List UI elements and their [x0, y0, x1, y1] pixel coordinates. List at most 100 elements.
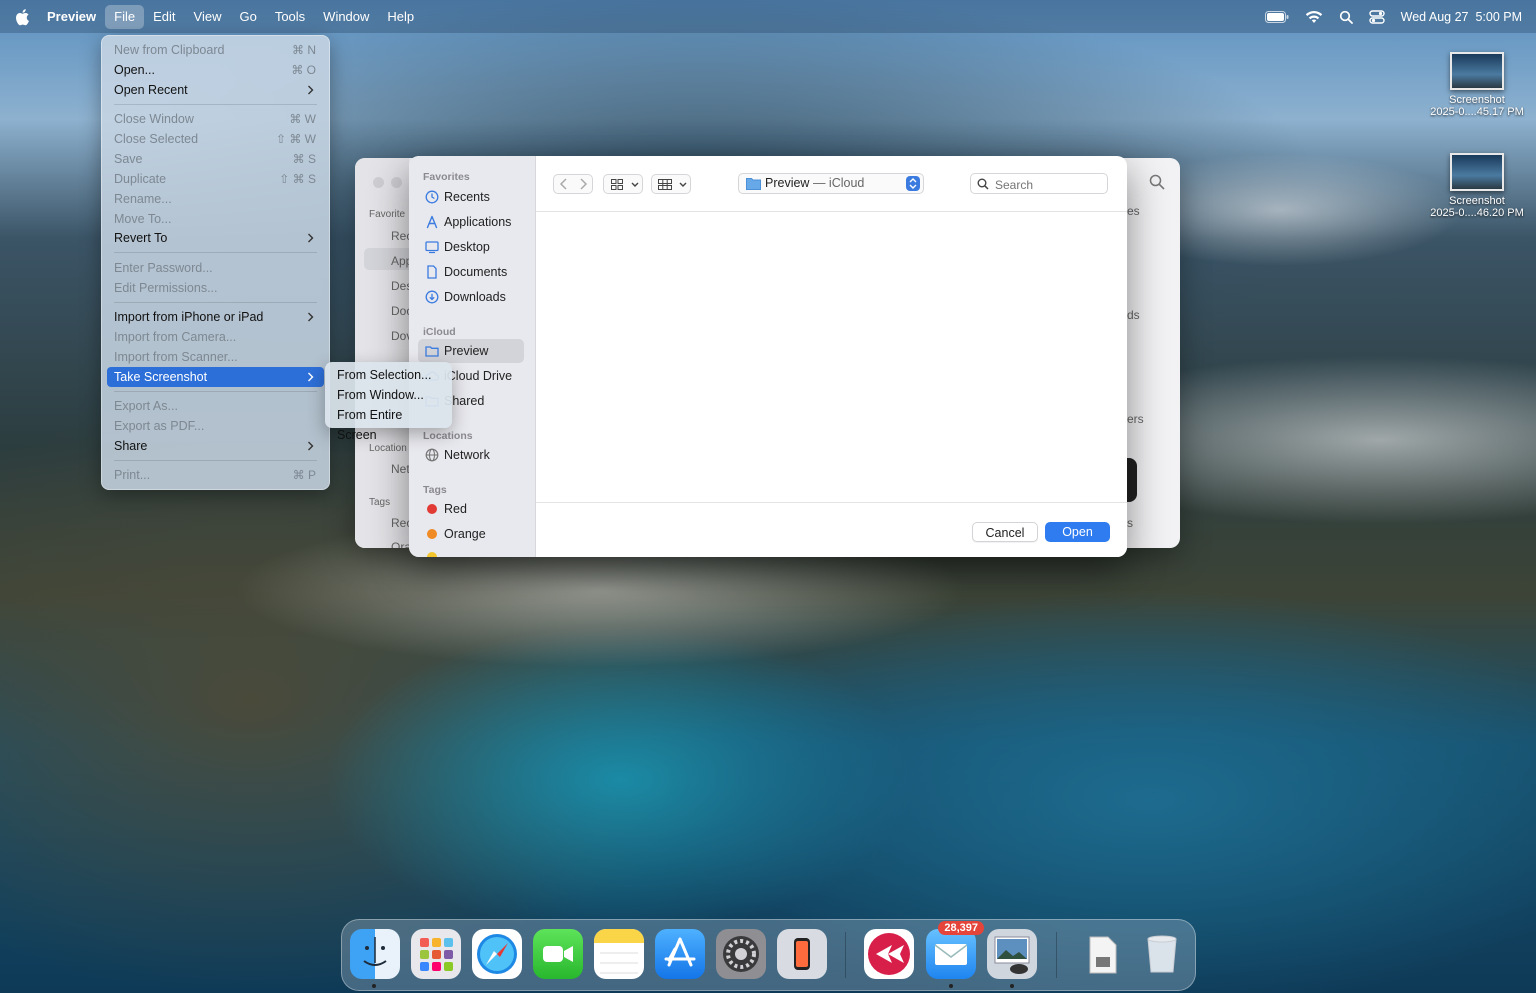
menu-window[interactable]: Window [314, 5, 378, 29]
control-center-icon[interactable] [1368, 9, 1385, 24]
finder-icon[interactable] [350, 929, 400, 979]
menu-item-import-iphone[interactable]: Import from iPhone or iPad [107, 307, 324, 327]
view-mode-button[interactable] [603, 174, 643, 194]
bg-label: ers [1127, 412, 1144, 426]
menu-app-name[interactable]: Preview [38, 5, 105, 29]
spotlight-search-icon[interactable] [1339, 10, 1353, 24]
dialog-sidebar: Favorites Recents Applications Desktop D… [409, 156, 536, 557]
dialog-toolbar: Preview — iCloud [536, 156, 1127, 212]
desktop-icon-name: Screenshot [1449, 94, 1505, 106]
downloads-stack-icon[interactable] [1077, 929, 1127, 979]
mail-icon[interactable]: 28,397 [926, 921, 984, 979]
folder-icon [746, 178, 761, 190]
chevron-right-icon [308, 372, 314, 382]
running-indicator [372, 984, 376, 988]
search-input[interactable] [993, 176, 1105, 193]
markup-app-icon[interactable] [864, 929, 914, 979]
desktop-screenshot-2[interactable]: Screenshot 2025-0....46.20 PM [1422, 153, 1532, 219]
file-browser-content[interactable] [536, 212, 1127, 503]
menu-item-move-to[interactable]: Move To... [107, 209, 324, 229]
menu-separator [114, 302, 317, 303]
sidebar-item-recents[interactable]: Recents [418, 185, 524, 209]
sidebar-item-network[interactable]: Network [418, 443, 524, 467]
facetime-icon[interactable] [533, 929, 583, 979]
cancel-button[interactable]: Cancel [972, 522, 1038, 542]
menu-item-import-scanner[interactable]: Import from Scanner... [107, 347, 324, 367]
search-icon[interactable] [1149, 174, 1165, 190]
forward-arrow-icon[interactable] [578, 178, 588, 190]
menu-item-close-window[interactable]: Close Window ⌘ W [107, 109, 324, 129]
menu-separator [114, 252, 317, 253]
menu-file[interactable]: File [105, 4, 145, 29]
open-button[interactable]: Open [1045, 522, 1110, 542]
menu-view[interactable]: View [185, 5, 231, 29]
menu-item-edit-permissions[interactable]: Edit Permissions... [107, 278, 324, 298]
applications-icon [426, 215, 438, 229]
menu-item-new-from-clipboard[interactable]: New from Clipboard ⌘ N [107, 40, 324, 60]
menu-item-duplicate[interactable]: Duplicate ⇧ ⌘ S [107, 169, 324, 189]
submenu-from-window[interactable]: From Window... [330, 385, 447, 405]
menu-item-enter-password[interactable]: Enter Password... [107, 258, 324, 278]
menu-item-revert-to[interactable]: Revert To [107, 228, 324, 248]
menu-item-open-recent[interactable]: Open Recent [107, 80, 324, 100]
back-forward-group [553, 174, 593, 194]
menu-item-export-as[interactable]: Export As... [107, 396, 324, 416]
menu-item-print[interactable]: Print... ⌘ P [107, 465, 324, 485]
menu-item-save[interactable]: Save ⌘ S [107, 149, 324, 169]
app-store-icon[interactable] [655, 929, 705, 979]
dock-divider [845, 932, 846, 978]
menu-go[interactable]: Go [230, 5, 265, 29]
sidebar-item-applications[interactable]: Applications [418, 210, 524, 234]
desktop-screenshot-1[interactable]: Screenshot 2025-0....45.17 PM [1422, 52, 1532, 118]
menu-item-close-selected[interactable]: Close Selected ⇧ ⌘ W [107, 129, 324, 149]
preview-icon[interactable] [987, 929, 1037, 979]
safari-icon[interactable] [472, 929, 522, 979]
chevron-right-icon [308, 441, 314, 451]
bg-label: ds [1127, 308, 1140, 322]
menu-item-open[interactable]: Open... ⌘ O [107, 60, 324, 80]
iphone-mirroring-icon[interactable] [777, 929, 827, 979]
group-by-button[interactable] [651, 174, 691, 194]
menu-help[interactable]: Help [378, 5, 423, 29]
sidebar-tag-red[interactable]: Red [418, 497, 524, 521]
sidebar-tag-orange[interactable]: Orange [418, 522, 524, 546]
menu-item-take-screenshot[interactable]: Take Screenshot [107, 367, 324, 387]
menu-tools[interactable]: Tools [266, 5, 314, 29]
launchpad-icon[interactable] [411, 929, 461, 979]
sidebar-item-documents[interactable]: Documents [418, 260, 524, 284]
submenu-from-entire-screen[interactable]: From Entire Screen [330, 405, 447, 442]
menu-item-import-camera[interactable]: Import from Camera... [107, 327, 324, 347]
shortcut: ⇧ ⌘ W [275, 132, 316, 146]
menu-item-export-pdf[interactable]: Export as PDF... [107, 416, 324, 436]
yellow-tag-dot [427, 552, 437, 557]
trash-icon[interactable] [1137, 929, 1187, 979]
chevron-right-icon [308, 233, 314, 243]
sidebar-item-label: Preview [444, 344, 489, 358]
sidebar-item-downloads[interactable]: Downloads [418, 285, 524, 309]
open-dialog[interactable]: Favorites Recents Applications Desktop D… [409, 156, 1127, 557]
location-popup[interactable]: Preview — iCloud [738, 173, 924, 194]
menu-item-share[interactable]: Share [107, 436, 324, 456]
sidebar-item-label: Downloads [444, 290, 506, 304]
window-minimize-dot[interactable] [391, 177, 402, 188]
apple-icon[interactable] [14, 7, 32, 27]
bg-label: s [1127, 516, 1133, 530]
search-field[interactable] [970, 173, 1108, 194]
status-area: Wed Aug 27 5:00 PM [1264, 0, 1522, 33]
notes-icon[interactable] [594, 929, 644, 979]
sidebar-item-label: Desktop [444, 240, 490, 254]
location-source: — iCloud [812, 176, 865, 190]
shortcut: ⌘ N [292, 43, 316, 57]
menu-edit[interactable]: Edit [144, 5, 184, 29]
clock[interactable]: Wed Aug 27 5:00 PM [1401, 10, 1522, 24]
battery-icon[interactable] [1264, 10, 1289, 23]
submenu-from-selection[interactable]: From Selection... [330, 365, 447, 385]
window-close-dot[interactable] [373, 177, 384, 188]
sidebar-item-preview[interactable]: Preview [418, 339, 524, 363]
menu-separator [114, 391, 317, 392]
sidebar-item-desktop[interactable]: Desktop [418, 235, 524, 259]
menu-item-rename[interactable]: Rename... [107, 189, 324, 209]
back-arrow-icon[interactable] [559, 178, 569, 190]
system-settings-icon[interactable] [716, 929, 766, 979]
wifi-icon[interactable] [1305, 10, 1323, 24]
